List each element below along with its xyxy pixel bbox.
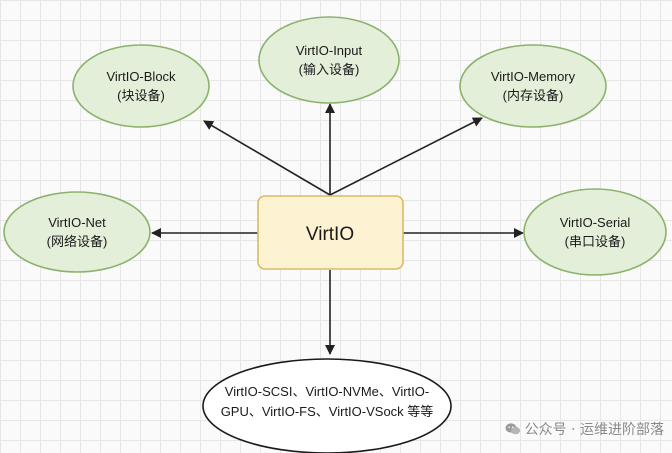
node-virtio-serial-title: VirtIO-Serial (560, 215, 631, 230)
wechat-icon (505, 423, 520, 435)
node-virtio-input-subtitle: (输入设备) (299, 62, 360, 77)
node-virtio-serial-subtitle: (串口设备) (565, 234, 626, 249)
node-virtio-memory-subtitle: (内存设备) (503, 88, 564, 103)
watermark: 公众号 · 运维进阶部落 (505, 419, 664, 439)
node-virtio-others-line1: VirtIO-SCSI、VirtIO-NVMe、VirtIO- (225, 384, 429, 399)
node-virtio-others: VirtIO-SCSI、VirtIO-NVMe、VirtIO- GPU、Virt… (202, 358, 452, 453)
node-virtio-net-title: VirtIO-Net (48, 215, 106, 230)
watermark-text: 公众号 · 运维进阶部落 (524, 422, 664, 438)
node-virtio-block: VirtIO-Block (块设备) (72, 44, 210, 128)
node-virtio-center: VirtIO (257, 195, 404, 270)
node-virtio-memory: VirtIO-Memory (内存设备) (459, 44, 607, 128)
node-virtio-others-line2: GPU、VirtIO-FS、VirtIO-VSock 等等 (221, 404, 434, 419)
node-virtio-block-subtitle: (块设备) (117, 88, 165, 103)
node-virtio-net-subtitle: (网络设备) (47, 234, 108, 249)
node-virtio-serial: VirtIO-Serial (串口设备) (523, 188, 667, 276)
node-virtio-net: VirtIO-Net (网络设备) (3, 191, 151, 273)
node-virtio-input-title: VirtIO-Input (296, 43, 363, 58)
node-virtio-input: VirtIO-Input (输入设备) (258, 16, 400, 104)
edge-to-block (203, 120, 331, 196)
diagram-canvas: VirtIO-Block (块设备) VirtIO-Input (输入设备) V… (3, 16, 667, 453)
edge-to-memory (329, 117, 483, 196)
node-virtio-center-label: VirtIO (306, 224, 354, 245)
node-virtio-block-title: VirtIO-Block (106, 69, 176, 84)
node-virtio-memory-title: VirtIO-Memory (491, 69, 576, 84)
